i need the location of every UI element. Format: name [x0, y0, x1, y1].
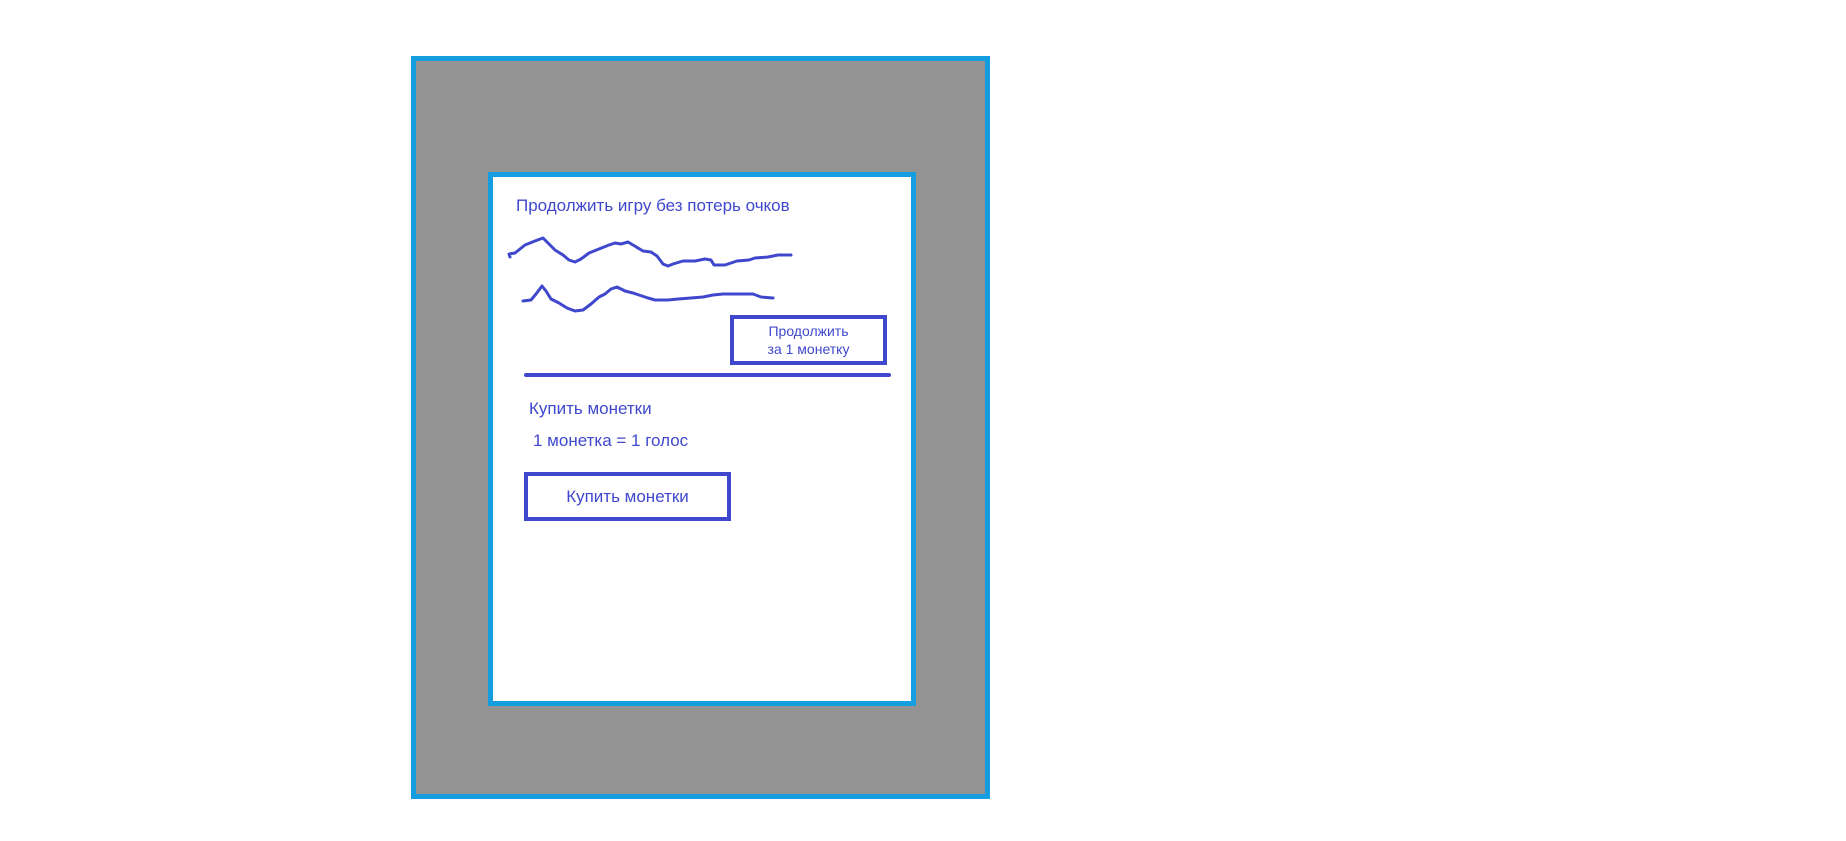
scribble-line-1 [507, 236, 793, 268]
section-divider [524, 373, 891, 377]
buy-coins-heading: Купить монетки [529, 399, 652, 418]
canvas: Продолжить игру без потерь очков Продолж… [0, 0, 1846, 841]
buy-coins-button[interactable]: Купить монетки [524, 472, 731, 521]
continue-button-label-line2: за 1 монетку [767, 341, 850, 357]
coin-exchange-rate: 1 монетка = 1 голос [533, 431, 689, 450]
scribble-line-2 [521, 284, 775, 313]
continue-for-coin-button[interactable]: Продолжить за 1 монетку [730, 315, 887, 365]
continue-button-label-line1: Продолжить [768, 323, 849, 339]
buy-coins-button-label: Купить монетки [566, 486, 689, 506]
placeholder-text-scribble [507, 236, 793, 313]
continue-game-dialog: Продолжить игру без потерь очков Продолж… [488, 172, 916, 706]
